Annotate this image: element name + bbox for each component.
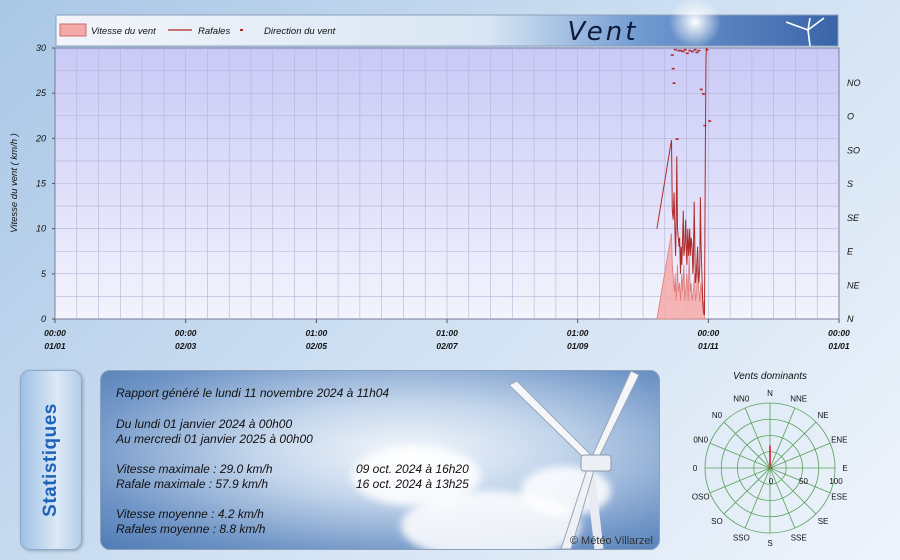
rose-direction-label: NNE [790,395,807,404]
max-gust-date: 16 oct. 2024 à 13h25 [356,477,469,491]
x-tick-time: 00:00 [175,328,197,338]
y-axis-label: Vitesse du vent ( km/h ) [9,133,20,233]
max-speed: Vitesse maximale : 29.0 km/h [116,462,273,476]
rose-direction-label: ENE [831,435,847,444]
x-tick-time: 01:00 [567,328,589,338]
direction-tick-label: NE [847,280,860,290]
rose-scale-label: 50 [799,477,808,486]
rose-direction-label: NE [817,411,828,420]
direction-marker [670,54,674,56]
direction-tick-label: S [847,179,853,189]
x-tick-time: 00:00 [828,328,850,338]
rose-direction-label: ESE [831,493,847,502]
legend-swatch-speed [59,23,87,37]
direction-marker [685,52,689,55]
direction-marker [705,48,709,51]
y-tick-label: 20 [35,133,46,143]
y-tick-label: 30 [36,43,46,53]
x-tick-date: 01/01 [828,341,850,351]
rose-direction-label: 0 [693,464,698,473]
statistics-tab: Statistiques [20,370,82,550]
rose-direction-label: S [767,539,772,548]
rose-spoke [723,421,771,469]
direction-marker [701,93,705,95]
direction-marker [708,120,712,122]
legend-swatch-direction [240,29,243,31]
rose-direction-label: N0 [712,411,723,420]
x-tick-date: 01/09 [567,341,589,351]
rose-direction-label: E [842,464,847,473]
x-tick-date: 01/11 [698,341,719,351]
direction-marker [683,48,687,51]
avg-gust: Rafales moyenne : 8.8 km/h [116,522,266,536]
x-tick-time: 00:00 [697,328,719,338]
x-tick-date: 02/03 [175,341,197,351]
x-tick-time: 00:00 [44,328,66,338]
y-tick-label: 15 [36,179,47,189]
direction-tick-label: NO [847,78,861,88]
legend-label-gust: Rafales [198,26,230,37]
chart-banner: Vitesse du vent Rafales Direction du ven… [55,0,839,48]
copyright: © Météo Villarzel [569,535,653,547]
y-tick-label: 25 [35,88,47,98]
direction-marker [693,48,697,51]
rose-spoke [769,467,817,515]
direction-marker [699,88,703,91]
avg-speed: Vitesse moyenne : 4.2 km/h [116,507,264,521]
rose-spoke [769,421,817,469]
y-tick-label: 5 [41,269,47,279]
direction-marker [697,49,701,52]
x-tick-date: 02/07 [436,341,459,351]
direction-marker [675,138,679,140]
direction-marker [703,124,707,127]
x-tick-time: 01:00 [305,328,327,338]
y-tick-label: 10 [36,224,46,234]
rose-direction-label: 0N0 [693,435,708,444]
direction-marker [695,51,699,54]
direction-marker [681,50,685,53]
direction-tick-label: SE [847,213,860,223]
max-gust: Rafale maximale : 57.9 km/h [116,477,269,491]
direction-tick-label: N [847,314,854,324]
max-speed-date: 09 oct. 2024 à 16h20 [356,462,469,476]
direction-tick-label: O [847,112,854,122]
x-tick-date: 01/01 [44,341,66,351]
rose-direction-label: SO [711,517,723,526]
direction-marker [690,50,694,53]
statistics-report: Rapport généré le lundi 11 novembre 2024… [100,370,660,550]
x-tick-date: 02/05 [306,341,328,351]
rose-scale-label: 100 [829,477,843,486]
wind-chart: 0 5 10 15 20 25 30 N NE E SE S SO O NO 00:00 01/01 00:00 0… [9,0,861,351]
direction-marker [672,82,676,84]
direction-marker [688,49,692,52]
wind-turbine-image [508,371,640,549]
wind-rose: N NNE NE ENE E ESE SE SSE S SSO SO OSO 0 0N0 N0 NN0 0 50 1… [692,389,848,548]
rose-direction-label: OSO [692,493,710,502]
direction-marker [673,48,677,51]
period-end: Au mercredi 01 janvier 2025 à 00h00 [116,432,313,446]
rose-direction-label: SSO [733,533,750,542]
statistics-tab-label: Statistiques [40,403,61,517]
direction-tick-label: SO [847,145,860,155]
rose-direction-label: SSE [791,533,807,542]
period-start: Du lundi 01 janvier 2024 à 00h00 [116,417,293,431]
rose-direction-label: SE [818,517,829,526]
chart-title: Vent [568,17,639,47]
x-tick-time: 01:00 [436,328,458,338]
direction-tick-label: E [847,247,854,257]
report-date: Rapport généré le lundi 11 novembre 2024… [116,386,390,400]
rose-spoke [723,467,771,515]
direction-marker [671,67,675,70]
rose-scale-label: 0 [769,477,774,486]
legend-label-direction: Direction du vent [264,26,336,37]
rose-direction-label: N [767,389,773,398]
y-tick-label: 0 [41,314,46,324]
rose-direction-label: NN0 [733,395,750,404]
legend-label-speed: Vitesse du vent [91,26,156,37]
